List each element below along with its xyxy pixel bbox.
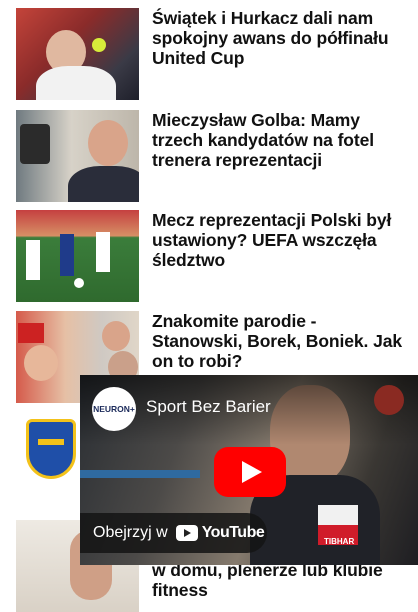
article-item[interactable]: Świątek i Hurkacz dali nam spokojny awan… — [16, 8, 402, 100]
youtube-icon — [175, 525, 198, 541]
article-thumbnail[interactable] — [16, 110, 139, 202]
article-item[interactable]: Mecz reprezentacji Polski był ustawiony?… — [16, 210, 402, 302]
video-player[interactable]: NEURON+ Sport Bez Barier TIBHAR Obejrzyj… — [80, 375, 418, 565]
youtube-wordmark: YouTube — [201, 524, 265, 541]
article-item[interactable]: Mieczysław Golba: Mamy trzech kandydatów… — [16, 110, 402, 202]
article-title[interactable]: Znakomite parodie - Stanowski, Borek, Bo… — [152, 311, 402, 371]
article-thumbnail[interactable] — [16, 210, 139, 302]
channel-logo[interactable]: NEURON+ — [92, 387, 136, 431]
article-title[interactable]: Świątek i Hurkacz dali nam spokojny awan… — [152, 8, 402, 68]
play-button[interactable] — [214, 447, 286, 497]
corner-logo-icon — [374, 385, 404, 415]
article-title[interactable]: Mieczysław Golba: Mamy trzech kandydatów… — [152, 110, 402, 170]
article-title[interactable]: Mecz reprezentacji Polski był ustawiony?… — [152, 210, 402, 270]
watch-on-youtube-button[interactable]: Obejrzyj w YouTube — [80, 513, 267, 553]
watch-label: Obejrzyj w — [93, 524, 168, 541]
jersey-text: TIBHAR — [324, 537, 355, 546]
article-title[interactable]: w domu, plenerze lub klubie fitness — [152, 560, 402, 600]
article-thumbnail[interactable] — [16, 8, 139, 100]
video-title[interactable]: Sport Bez Barier — [146, 397, 271, 417]
